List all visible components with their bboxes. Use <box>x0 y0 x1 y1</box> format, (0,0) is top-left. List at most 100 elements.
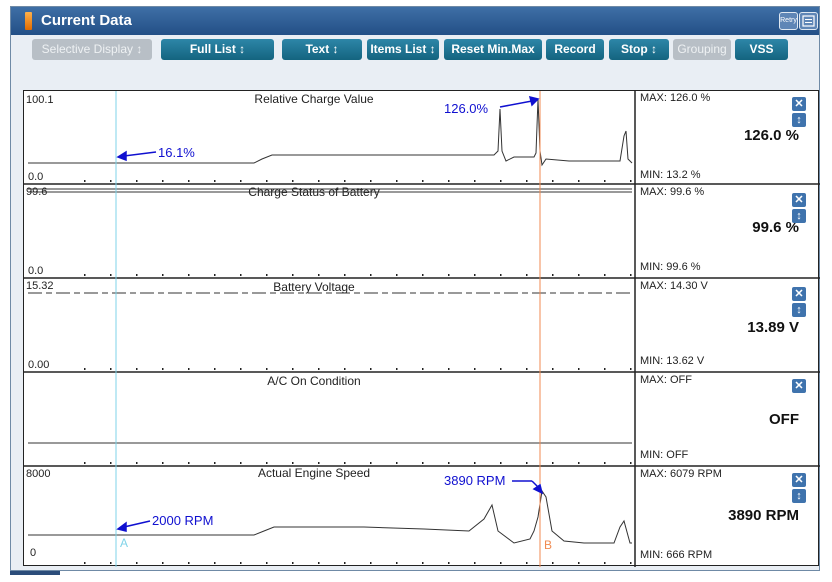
tick-dot <box>526 462 528 464</box>
tick-dot <box>162 562 164 564</box>
tick-dot <box>344 562 346 564</box>
record-button[interactable]: Record <box>546 39 604 60</box>
tick-dot <box>630 562 632 564</box>
tick-dot <box>474 180 476 182</box>
tick-dot <box>292 274 294 276</box>
trace-engine-speed <box>28 489 632 544</box>
move-graph-button[interactable]: ↕ <box>792 303 806 317</box>
title-bar: Current Data Retry <box>11 7 819 35</box>
tick-dot <box>370 368 372 370</box>
graph-1-ymax: 100.1 <box>26 94 54 106</box>
tick-dot <box>266 368 268 370</box>
graph-1-ymin: 0.0 <box>28 171 43 183</box>
arrow-3890-rpm-head <box>532 483 544 495</box>
reset-min-max-button[interactable]: Reset Min.Max <box>444 39 542 60</box>
tick-dot <box>110 368 112 370</box>
tick-dot <box>370 562 372 564</box>
tick-dot <box>240 180 242 182</box>
tick-dot <box>136 462 138 464</box>
arrow-16-percent-head <box>116 150 127 162</box>
tick-dot <box>396 274 398 276</box>
max-value: MAX: 14.30 V <box>640 280 708 292</box>
tick-dot <box>526 562 528 564</box>
status-indicator <box>10 571 60 575</box>
close-graph-button[interactable]: ✕ <box>792 97 806 111</box>
close-graph-button[interactable]: ✕ <box>792 287 806 301</box>
tick-dot <box>214 368 216 370</box>
tick-dot <box>448 180 450 182</box>
min-value: MIN: 13.62 V <box>640 355 705 367</box>
tick-dot <box>448 462 450 464</box>
selective-display-button[interactable]: Selective Display ↕ <box>32 39 152 60</box>
tick-dot <box>318 180 320 182</box>
move-graph-button[interactable]: ↕ <box>792 113 806 127</box>
tick-dot <box>552 462 554 464</box>
graph-4-title: A/C On Condition <box>267 374 360 388</box>
tick-dot <box>318 562 320 564</box>
max-value: MAX: OFF <box>640 374 692 386</box>
tick-dot <box>396 368 398 370</box>
annot-16-percent: 16.1% <box>158 145 195 160</box>
tick-dot <box>110 180 112 182</box>
graph-panel: 100.1 0.0 99.6 0.0 15.32 0.00 8000 0 Rel… <box>23 90 820 567</box>
vss-button[interactable]: VSS <box>735 39 788 60</box>
tick-dot <box>630 462 632 464</box>
min-value: MIN: 666 RPM <box>640 549 713 561</box>
move-graph-button[interactable]: ↕ <box>792 489 806 503</box>
tick-dot <box>604 274 606 276</box>
tick-dot <box>318 462 320 464</box>
tick-dot <box>84 180 86 182</box>
graph-5-ymax: 8000 <box>26 468 50 480</box>
tick-dot <box>500 562 502 564</box>
close-graph-button[interactable]: ✕ <box>792 379 806 393</box>
tick-dot <box>578 274 580 276</box>
stop-button[interactable]: Stop ↕ <box>609 39 669 60</box>
annot-126-percent: 126.0% <box>444 101 489 116</box>
tick-dot <box>136 180 138 182</box>
graph-5-ymin: 0 <box>30 547 36 559</box>
tick-dot <box>110 462 112 464</box>
tick-dot <box>526 180 528 182</box>
menu-icon[interactable] <box>799 12 818 30</box>
tick-dot <box>578 562 580 564</box>
tick-dot <box>84 562 86 564</box>
tick-dot <box>344 462 346 464</box>
tick-dot <box>552 274 554 276</box>
tick-dot <box>240 562 242 564</box>
tick-dot <box>396 180 398 182</box>
tick-dot <box>214 562 216 564</box>
min-value: MIN: 99.6 % <box>640 261 701 273</box>
full-list-button[interactable]: Full List ↕ <box>161 39 274 60</box>
tick-dot <box>188 562 190 564</box>
tick-dot <box>448 274 450 276</box>
items-list-button[interactable]: Items List ↕ <box>367 39 439 60</box>
retry-icon[interactable]: Retry <box>779 12 798 30</box>
tick-dot <box>162 462 164 464</box>
tick-dot <box>630 274 632 276</box>
tick-dot <box>84 368 86 370</box>
tick-dot <box>84 462 86 464</box>
tick-dot <box>474 274 476 276</box>
close-graph-button[interactable]: ✕ <box>792 193 806 207</box>
tick-dot <box>396 462 398 464</box>
tick-dot <box>526 368 528 370</box>
tick-dot <box>552 368 554 370</box>
move-graph-button[interactable]: ↕ <box>792 209 806 223</box>
tick-dot <box>266 180 268 182</box>
toolbar: Selective Display ↕ Full List ↕ Text ↕ I… <box>11 35 819 65</box>
tick-dot <box>422 462 424 464</box>
grouping-button[interactable]: Grouping <box>673 39 731 60</box>
close-graph-button[interactable]: ✕ <box>792 473 806 487</box>
tick-dot <box>292 462 294 464</box>
text-button[interactable]: Text ↕ <box>282 39 362 60</box>
tick-dot <box>292 180 294 182</box>
tick-dot <box>266 462 268 464</box>
tick-dot <box>240 368 242 370</box>
tick-dot <box>474 368 476 370</box>
tick-dot <box>370 462 372 464</box>
tick-dot <box>240 462 242 464</box>
tick-dot <box>448 368 450 370</box>
readout-engine-speed: MAX: 6079 RPM 3890 RPM MIN: 666 RPM ✕ ↕ <box>636 467 819 567</box>
tick-dot <box>500 274 502 276</box>
graph-1-title: Relative Charge Value <box>254 92 374 106</box>
